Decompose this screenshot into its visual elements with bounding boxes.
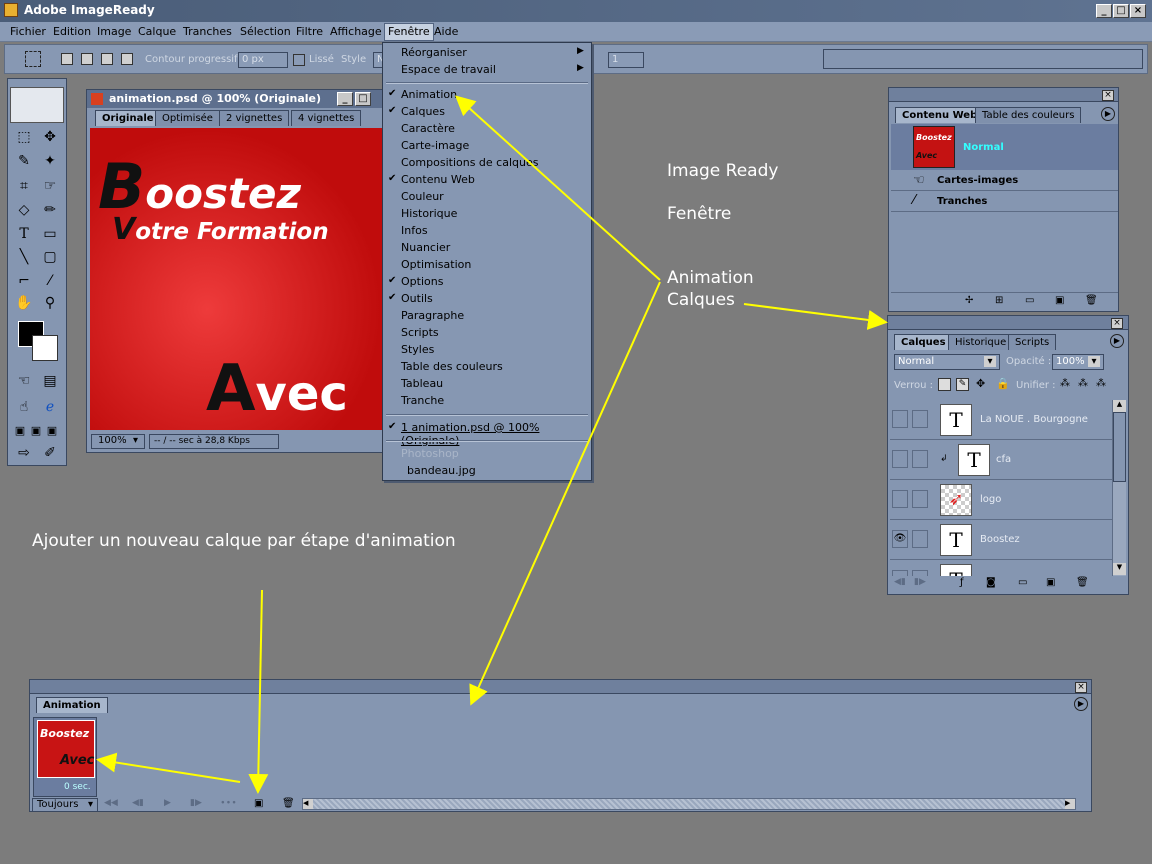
arrow-to-animation-menu [455,95,661,281]
arrow-to-animation-panel [469,281,661,706]
arrow-to-layers-panel [743,303,888,330]
arrow-to-frame-thumbnail [96,752,241,783]
annotation-arrows [96,95,888,794]
arrow-to-new-frame-button [248,589,269,794]
